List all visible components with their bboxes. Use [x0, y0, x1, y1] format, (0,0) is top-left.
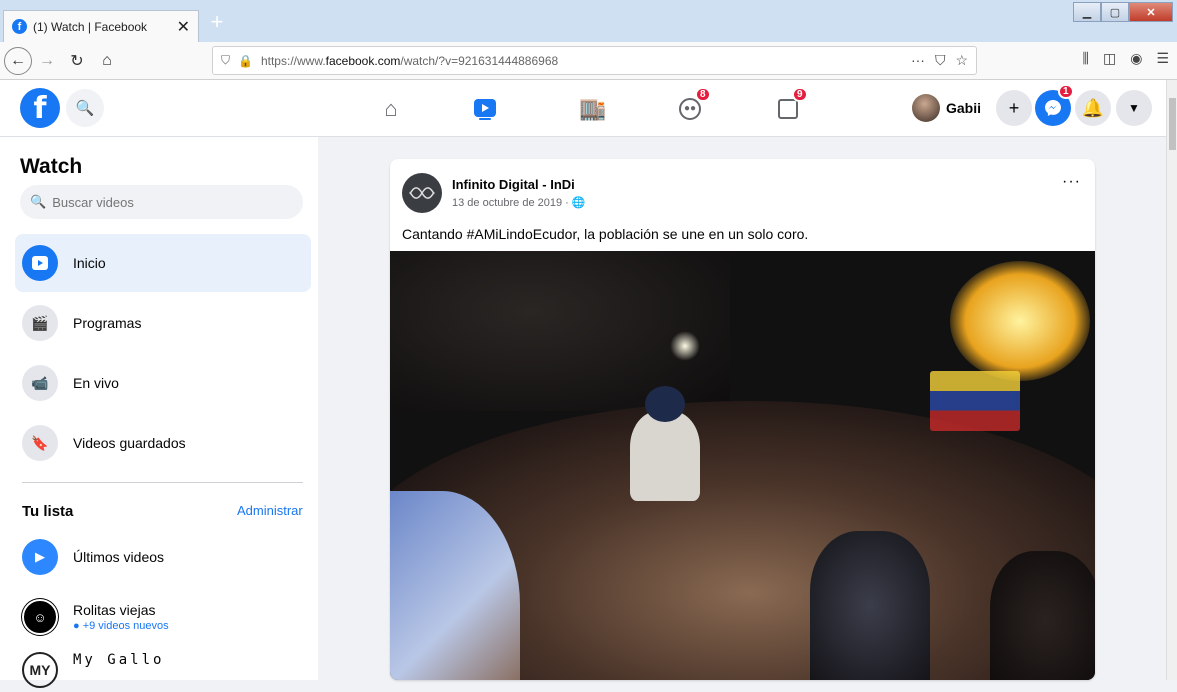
cap — [645, 386, 685, 422]
page-actions-button[interactable]: ··· — [911, 52, 925, 69]
shield-icon: ⛉ — [221, 53, 231, 67]
url-prefix: https://www. — [260, 53, 326, 68]
street-light — [670, 331, 700, 361]
sidebar-item-label: Programas — [73, 315, 142, 331]
ecuador-flag — [930, 371, 1020, 431]
person-dark-jacket — [810, 531, 930, 680]
live-camera-icon: 📹 — [22, 365, 58, 401]
sidebar-item-label: Videos guardados — [73, 435, 186, 451]
profile-name: Gabii — [946, 100, 982, 116]
more-options-icon[interactable]: ··· — [1062, 173, 1081, 191]
new-videos-count: ● +9 videos nuevos — [73, 620, 169, 632]
list-item-label: Rolitas viejas — [73, 602, 156, 618]
play-icon — [22, 245, 58, 281]
person-white-shirt — [630, 411, 700, 501]
window-controls: ▁ ▢ ✕ — [1073, 2, 1173, 22]
post-date[interactable]: 13 de octubre de 2019 · 🌐 — [452, 196, 586, 209]
post-author[interactable]: Infinito Digital - InDi — [452, 177, 575, 192]
person-right — [990, 551, 1095, 680]
clapperboard-icon: 🎬 — [22, 305, 58, 341]
smiley-avatar: ☺ — [22, 599, 58, 635]
sidebar-item-en-vivo[interactable]: 📹 En vivo — [15, 354, 311, 412]
facebook-favicon-icon: f — [12, 19, 27, 34]
video-search[interactable]: 🔍 — [20, 185, 303, 219]
video-player[interactable] — [390, 251, 1095, 680]
post-text: Cantando #AMiLindoEcudor, la población s… — [402, 226, 809, 242]
create-button[interactable]: + — [996, 90, 1032, 126]
close-tab-icon[interactable]: ✕ — [177, 17, 190, 37]
watch-feed: Infinito Digital - InDi 13 de octubre de… — [318, 137, 1166, 680]
account-menu-chevron-down-icon[interactable]: ▼ — [1116, 90, 1152, 126]
sidebar-item-label: Inicio — [73, 255, 106, 271]
sidebar-item-inicio[interactable]: Inicio — [15, 234, 311, 292]
profile-link[interactable]: Gabii — [912, 90, 981, 126]
watch-sidebar: Watch 🔍 Inicio 🎬 Programas 📹 En vivo 🔖 V… — [0, 137, 318, 688]
search-icon[interactable]: 🔍 — [66, 89, 104, 127]
minimize-button[interactable]: ▁ — [1073, 2, 1101, 22]
pocket-icon[interactable]: ⛉ — [935, 52, 946, 69]
my-gallo-avatar: MY — [22, 652, 58, 688]
sidebar-item-programas[interactable]: 🎬 Programas — [15, 294, 311, 352]
flare-light — [950, 261, 1090, 381]
gaming-badge: 9 — [792, 87, 808, 102]
account-icon[interactable]: ◉ — [1130, 50, 1142, 67]
search-input[interactable] — [52, 194, 283, 210]
watch-nav-icon[interactable] — [437, 87, 533, 131]
scrollbar-thumb[interactable] — [1169, 98, 1176, 150]
facebook-header: f 🔍 ⌂ 🏬 ●● 8 9 Gabii + 1 🔔 ▼ — [0, 80, 1166, 137]
notifications-bell-icon[interactable]: 🔔 — [1075, 90, 1111, 126]
gaming-nav-icon[interactable] — [740, 87, 836, 131]
reload-button[interactable]: ↻ — [62, 46, 92, 76]
list-item-rolitas-viejas[interactable]: ☺ Rolitas viejas ● +9 videos nuevos — [22, 597, 169, 637]
marketplace-nav-icon[interactable]: 🏬 — [545, 87, 641, 131]
close-window-button[interactable]: ✕ — [1129, 2, 1173, 22]
page-avatar[interactable] — [402, 173, 442, 213]
home-button[interactable]: ⌂ — [92, 46, 122, 76]
browser-navbar: ← → ↻ ⌂ ⛉ 🔒 https://www.facebook.com/wat… — [0, 42, 1177, 80]
your-list-heading: Tu lista — [22, 503, 74, 520]
url-path: /watch/?v=921631444886968 — [400, 53, 559, 68]
bookmark-star-icon[interactable]: ☆ — [955, 52, 968, 69]
manage-link[interactable]: Administrar — [237, 503, 303, 518]
back-button[interactable]: ← — [4, 46, 32, 75]
library-icon[interactable]: ⫼ — [1083, 50, 1089, 67]
tab-title: (1) Watch | Facebook — [33, 19, 148, 34]
list-item-label: Últimos videos — [73, 549, 165, 565]
divider — [22, 482, 303, 483]
toolbar-right: ⫼ ◫ ◉ ☰ — [1083, 50, 1169, 67]
video-post: Infinito Digital - InDi 13 de octubre de… — [390, 159, 1095, 680]
sidebar-icon[interactable]: ◫ — [1103, 50, 1116, 67]
address-bar[interactable]: ⛉ 🔒 https://www.facebook.com/watch/?v=92… — [212, 46, 977, 75]
play-icon: ▶ — [22, 539, 58, 575]
page-title: Watch — [20, 155, 83, 178]
menu-icon[interactable]: ☰ — [1156, 50, 1169, 67]
sidebar-item-label: En vivo — [73, 375, 119, 391]
bookmark-icon: 🔖 — [22, 425, 58, 461]
sidebar-item-videos-guardados[interactable]: 🔖 Videos guardados — [15, 414, 311, 472]
home-nav-icon[interactable]: ⌂ — [343, 87, 439, 131]
groups-nav-icon[interactable]: ●● — [642, 87, 738, 131]
avatar — [912, 94, 940, 122]
search-icon: 🔍 — [30, 194, 47, 209]
forward-button[interactable]: → — [32, 46, 62, 76]
maximize-button[interactable]: ▢ — [1101, 2, 1129, 22]
list-item-my-gallo[interactable]: MY My Gallo — [22, 652, 164, 692]
groups-badge: 8 — [695, 87, 711, 102]
new-tab-button[interactable]: + — [206, 11, 228, 34]
list-item-label: My Gallo — [73, 652, 165, 668]
list-item-latest-videos[interactable]: ▶ Últimos videos — [22, 537, 164, 577]
browser-titlebar: f (1) Watch | Facebook ✕ + ▁ ▢ ✕ — [0, 0, 1177, 42]
facebook-logo[interactable]: f — [20, 88, 60, 128]
lock-icon: 🔒 — [238, 53, 253, 68]
browser-tab[interactable]: f (1) Watch | Facebook ✕ — [3, 10, 199, 42]
url-domain: facebook.com — [325, 53, 401, 68]
url-text: https://www.facebook.com/watch/?v=921631… — [261, 54, 558, 68]
page-scrollbar[interactable] — [1166, 80, 1177, 680]
messenger-badge: 1 — [1058, 84, 1074, 99]
